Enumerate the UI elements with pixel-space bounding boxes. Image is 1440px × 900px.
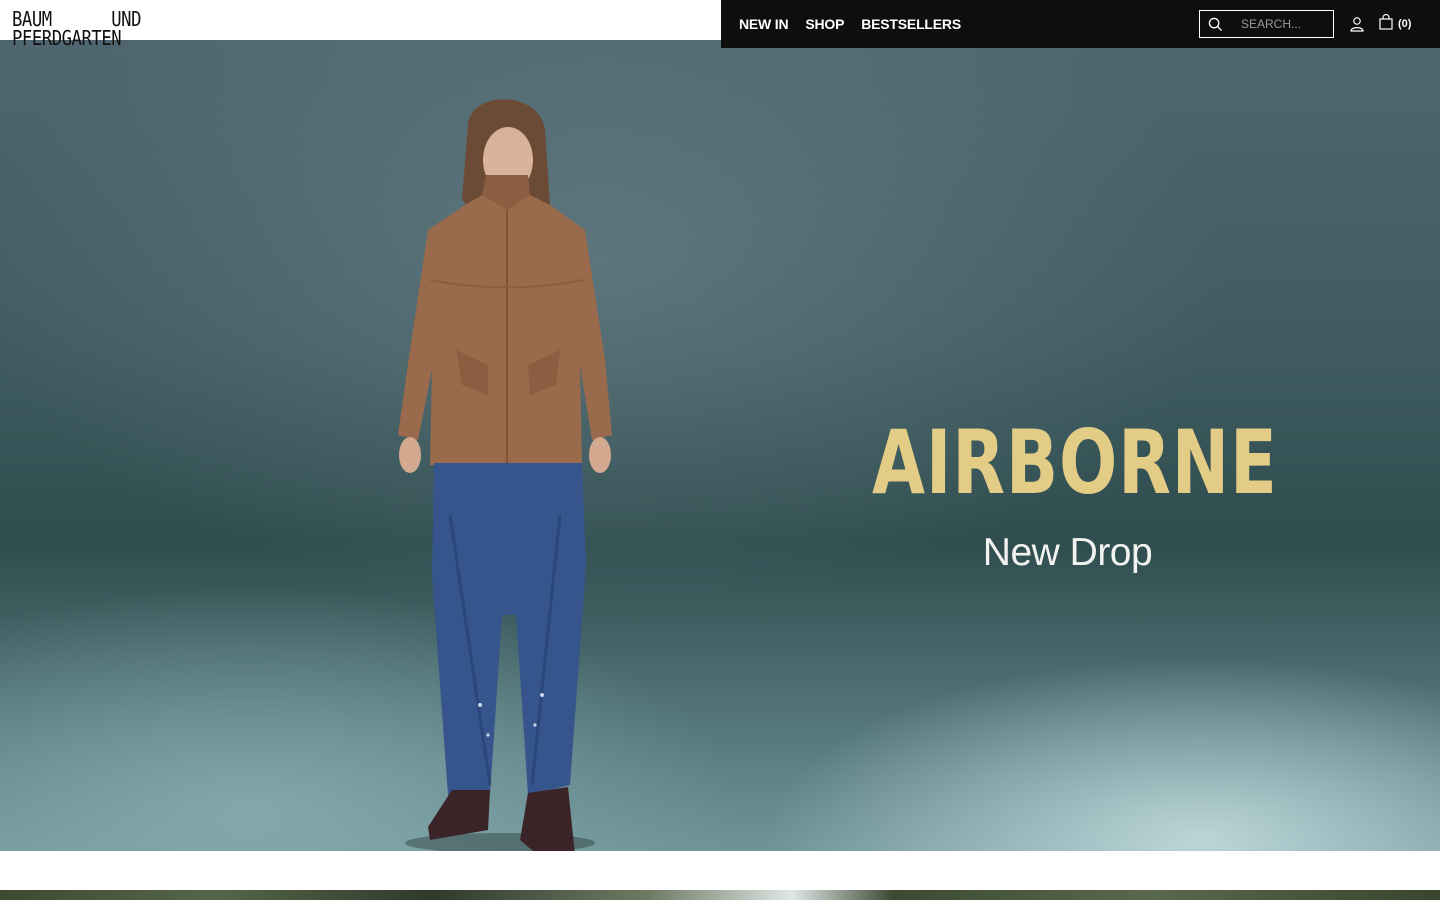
brand-logo[interactable]: BAUM UND PFERDGARTEN: [12, 9, 141, 50]
nav-shop[interactable]: SHOP: [805, 16, 844, 32]
logo-text-pferdgarten: PFERDGARTEN: [12, 26, 122, 50]
logo-bar: BAUM UND PFERDGARTEN: [0, 0, 721, 48]
search-input[interactable]: [1239, 16, 1329, 32]
search-box[interactable]: [1199, 10, 1334, 38]
shopping-bag-icon: [1379, 13, 1393, 35]
hero-subtitle: New Drop: [982, 531, 1153, 574]
hero-banner[interactable]: AIRBORNE New Drop: [0, 40, 1440, 851]
cart-count: (0): [1398, 18, 1412, 30]
account-icon[interactable]: [1349, 16, 1365, 32]
search-icon[interactable]: [1200, 11, 1230, 37]
nav-new-in[interactable]: NEW IN: [739, 16, 789, 32]
cart-button[interactable]: (0): [1379, 13, 1412, 35]
nav-bestsellers[interactable]: BESTSELLERS: [861, 16, 961, 32]
next-section-image-strip: [0, 890, 1440, 900]
hero-title: AIRBORNE: [872, 411, 1278, 514]
hero-model-image: [398, 99, 612, 851]
main-nav: NEW IN SHOP BESTSELLERS: [739, 0, 961, 48]
top-navigation: NEW IN SHOP BESTSELLERS (0): [721, 0, 1440, 48]
